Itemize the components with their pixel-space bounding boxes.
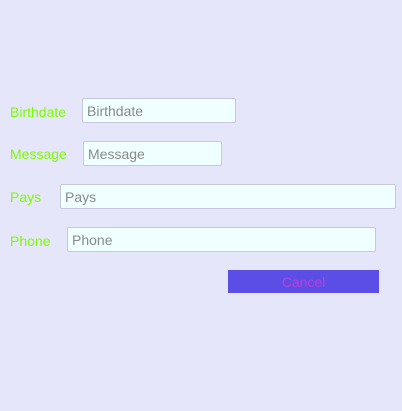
- phone-label: Phone: [10, 233, 51, 249]
- message-input[interactable]: [83, 141, 222, 166]
- pays-label: Pays: [10, 189, 42, 205]
- message-label: Message: [10, 146, 67, 162]
- birthdate-label: Birthdate: [10, 104, 67, 120]
- phone-input[interactable]: [67, 227, 376, 252]
- pays-input[interactable]: [60, 184, 396, 209]
- birthdate-input[interactable]: [82, 98, 236, 123]
- cancel-button[interactable]: Cancel: [228, 270, 379, 293]
